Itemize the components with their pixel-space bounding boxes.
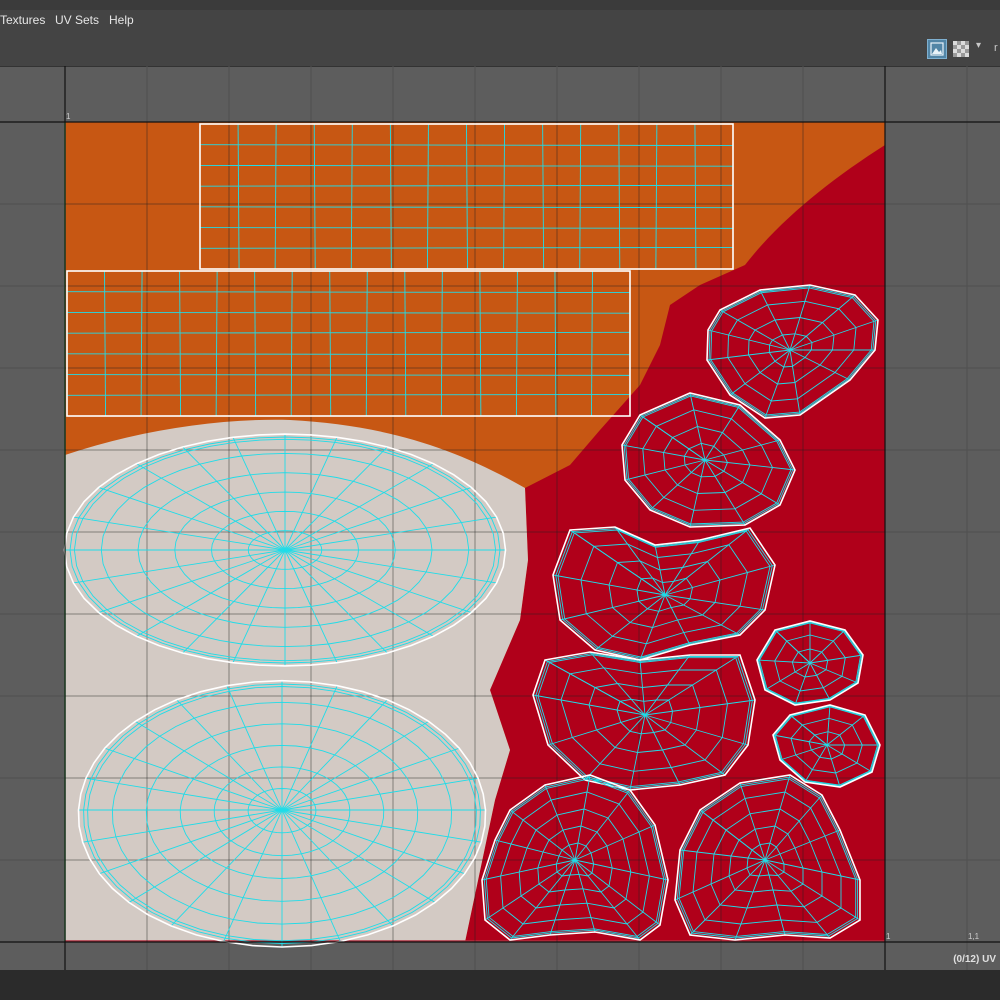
checker-icon[interactable] (953, 41, 969, 57)
image-toggle-button[interactable] (927, 39, 947, 59)
menu-bar: Textures UV Sets Help (0, 10, 1000, 34)
uv-editor-viewport[interactable]: 1 1 1,1 (0, 39, 1000, 970)
menu-uv-sets[interactable]: UV Sets (55, 13, 99, 27)
uv-canvas[interactable]: 1 1 1,1 (0, 39, 1000, 970)
uv-toolbar: ▾ r (0, 34, 1000, 67)
image-icon (930, 42, 944, 56)
tile-corner-label: 1 (66, 112, 71, 121)
uv-coordinate-label: 1,1 (968, 932, 980, 941)
menu-help[interactable]: Help (109, 13, 134, 27)
uv-selection-count: (0/12) UV (953, 954, 996, 965)
toolbar-truncated-label: r (994, 42, 998, 54)
menu-textures[interactable]: Textures (0, 13, 45, 27)
tile-corner-label-right: 1 (886, 932, 891, 941)
checker-dropdown-arrow[interactable]: ▾ (976, 40, 981, 51)
status-bar: (0/12) UV (0, 954, 1000, 1000)
